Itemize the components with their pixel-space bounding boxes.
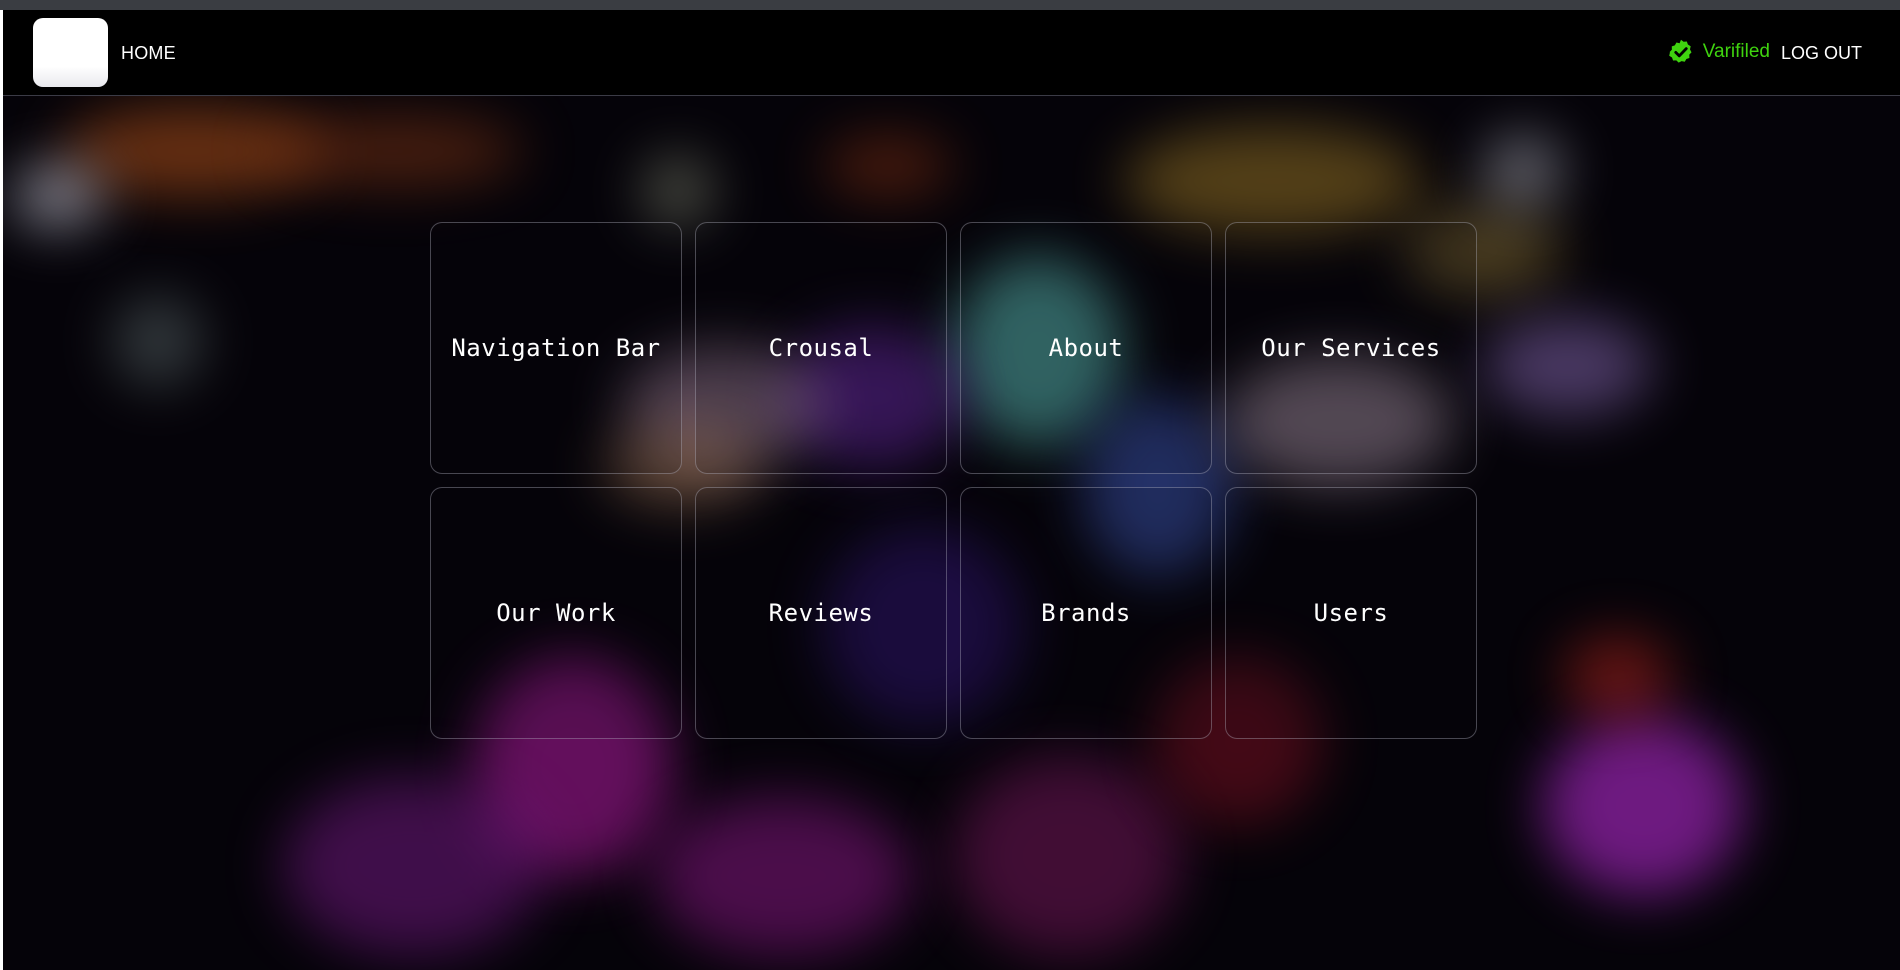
section-card-about[interactable]: About: [960, 222, 1212, 474]
verified-label: Varifiled: [1702, 41, 1770, 62]
section-grid: Navigation Bar Crousal About Our Service…: [430, 222, 1477, 739]
verified-badge-icon: [1668, 39, 1692, 63]
section-card-label: Our Services: [1261, 334, 1441, 362]
section-card-crousal[interactable]: Crousal: [695, 222, 947, 474]
verified-status: Varifiled: [1667, 38, 1770, 66]
section-card-label: Navigation Bar: [451, 334, 661, 362]
section-card-reviews[interactable]: Reviews: [695, 487, 947, 739]
section-card-label: Brands: [1041, 599, 1131, 627]
section-card-our-services[interactable]: Our Services: [1225, 222, 1477, 474]
section-card-label: Reviews: [768, 599, 874, 627]
section-card-users[interactable]: Users: [1225, 487, 1477, 739]
logout-button[interactable]: LOG OUT: [1781, 43, 1862, 64]
logo[interactable]: [33, 18, 108, 87]
page: HOME Varifiled LOG OUT Navigation Bar Cr…: [0, 0, 1900, 970]
browser-top-strip: [0, 0, 1900, 10]
section-card-navigation-bar[interactable]: Navigation Bar: [430, 222, 682, 474]
section-card-label: Crousal: [768, 334, 874, 362]
section-card-label: About: [1048, 334, 1124, 362]
section-card-brands[interactable]: Brands: [960, 487, 1212, 739]
navigation-bar: HOME Varifiled LOG OUT: [3, 10, 1900, 96]
section-card-our-work[interactable]: Our Work: [430, 487, 682, 739]
section-card-label: Users: [1313, 599, 1389, 627]
home-link[interactable]: HOME: [121, 43, 176, 64]
app: HOME Varifiled LOG OUT Navigation Bar Cr…: [3, 10, 1900, 970]
section-card-label: Our Work: [496, 599, 616, 627]
